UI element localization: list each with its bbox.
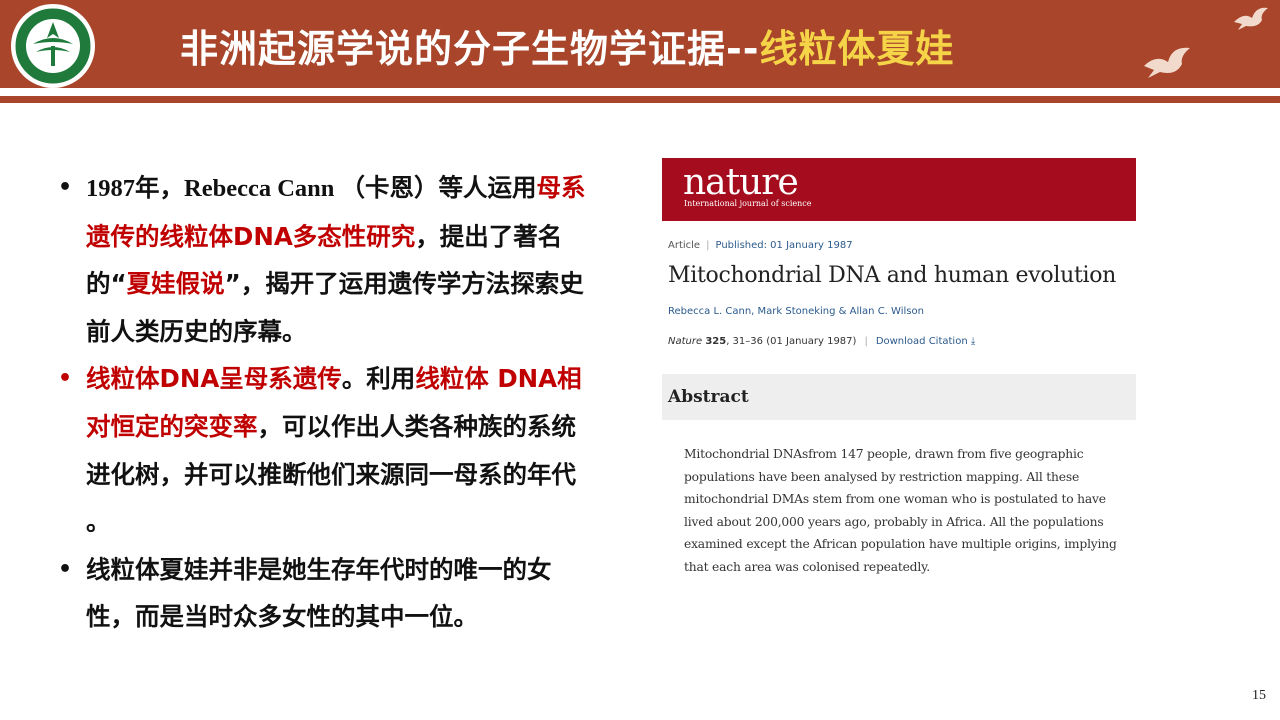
bullet-emphasis: 线粒体DNA呈母系遗传 bbox=[86, 364, 342, 394]
article-meta: Article | Published: 01 January 1987 bbox=[668, 240, 853, 251]
bullet-text: 1987年，Rebecca Cann （卡恩）等人运用 bbox=[86, 175, 537, 202]
bullet-dot-icon: • bbox=[58, 175, 73, 200]
nature-article-card: nature International journal of science … bbox=[662, 158, 1136, 590]
bullet-text: 。利用 bbox=[341, 364, 416, 394]
abstract-header: Abstract bbox=[662, 374, 1136, 420]
abstract-text: Mitochondrial DNAsfrom 147 people, drawn… bbox=[684, 447, 1117, 574]
nature-banner: nature International journal of science bbox=[662, 158, 1136, 221]
slide-header: 非洲起源学说的分子生物学证据--线粒体夏娃 bbox=[0, 0, 1280, 88]
title-accent: 线粒体夏娃 bbox=[759, 27, 955, 71]
journal-tagline: International journal of science bbox=[684, 199, 812, 208]
bullet-item: • 线粒体夏娃并非是她生存年代时的唯一的女性，而是当时众多女性的其中一位。 bbox=[54, 546, 594, 641]
bullet-item: • 线粒体DNA呈母系遗传。利用线粒体 DNA相对恒定的突变率，可以作出人类各种… bbox=[54, 355, 594, 545]
bullet-dot-icon: • bbox=[58, 556, 73, 582]
bullet-dot-icon: • bbox=[58, 366, 73, 392]
published-date: Published: 01 January 1987 bbox=[715, 240, 853, 251]
article-citation: Nature 325, 31–36 (01 January 1987) | Down… bbox=[668, 336, 976, 347]
bullet-item: • 1987年，Rebecca Cann （卡恩）等人运用母系遗传的线粒体DNA… bbox=[54, 164, 594, 355]
citation-volume: 325 bbox=[705, 336, 727, 347]
bullet-emphasis: 夏娃假说 bbox=[126, 269, 225, 299]
citation-journal: Nature bbox=[668, 336, 703, 347]
citation-pages: , 31–36 (01 January 1987) bbox=[726, 336, 857, 347]
dove-icon bbox=[1234, 7, 1268, 30]
header-divider bbox=[0, 96, 1280, 103]
dove-icon bbox=[1144, 47, 1190, 78]
article-title: Mitochondrial DNA and human evolution bbox=[668, 263, 1117, 288]
article-type: Article bbox=[668, 240, 701, 251]
bullet-list: • 1987年，Rebecca Cann （卡恩）等人运用母系遗传的线粒体DNA… bbox=[54, 164, 594, 641]
bullet-text: 线粒体夏娃并非是她生存年代时的唯一的女性，而是当时众多女性的其中一位。 bbox=[86, 554, 552, 632]
article-authors[interactable]: Rebecca L. Cann, Mark Stoneking & Allan … bbox=[668, 306, 924, 317]
download-citation-link[interactable]: Download Citation ⤓ bbox=[876, 336, 975, 347]
abstract-heading: Abstract bbox=[668, 387, 749, 407]
page-number: 15 bbox=[1252, 688, 1266, 703]
slide-title: 非洲起源学说的分子生物学证据--线粒体夏娃 bbox=[180, 22, 955, 76]
university-logo-icon bbox=[11, 4, 95, 88]
title-main: 非洲起源学说的分子生物学证据-- bbox=[180, 27, 760, 71]
